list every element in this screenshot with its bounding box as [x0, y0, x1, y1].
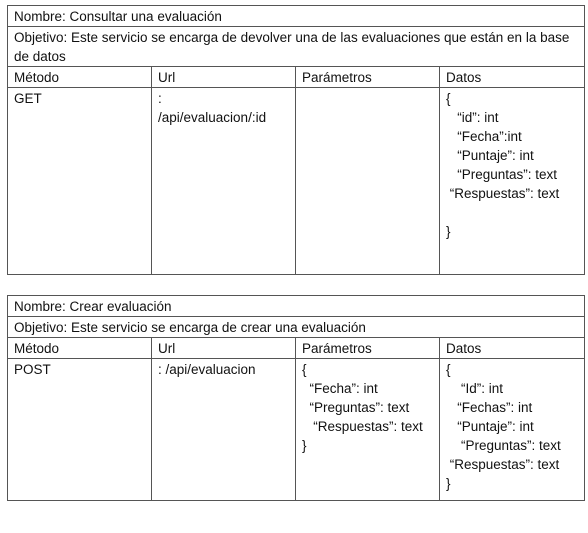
header-metodo: Método — [7, 337, 152, 359]
service-objective: Objetivo: Este servicio se encarga de cr… — [6, 316, 586, 338]
url-value: : /api/evaluacion — [151, 358, 296, 501]
datos-line: “id”: int — [446, 110, 499, 125]
url-line: : /api/evaluacion — [158, 362, 256, 377]
datos-line: “Preguntas”: text — [446, 438, 561, 453]
datos-line: } — [446, 476, 451, 491]
datos-line: “Respuestas”: text — [446, 457, 560, 472]
service-table-crear: Nombre: Crear evaluación Objetivo: Este … — [6, 295, 586, 501]
service-objective: Objetivo: Este servicio se encarga de de… — [7, 26, 585, 67]
datos-value: { “id”: int “Fecha”:int “Puntaje”: int “… — [439, 87, 585, 275]
datos-line: “Preguntas”: text — [446, 167, 558, 182]
url-line: : — [158, 91, 162, 106]
header-url: Url — [151, 66, 296, 88]
datos-line — [446, 203, 584, 222]
service-table-consultar: Nombre: Consultar una evaluación Objetiv… — [7, 5, 585, 275]
datos-line: “Id”: int — [446, 381, 504, 396]
parametros-line: } — [302, 438, 307, 453]
service-name: Nombre: Consultar una evaluación — [7, 5, 585, 27]
datos-line: “Respuestas”: text — [446, 186, 560, 201]
header-datos: Datos — [438, 337, 586, 359]
header-parametros: Parámetros — [295, 337, 440, 359]
metodo-value: GET — [7, 87, 152, 275]
service-name: Nombre: Crear evaluación — [6, 295, 586, 317]
parametros-line: { — [302, 362, 307, 377]
parametros-value — [295, 87, 440, 275]
parametros-line: “Preguntas”: text — [302, 400, 410, 415]
datos-line: { — [446, 91, 451, 106]
metodo-value: POST — [7, 358, 152, 501]
datos-line: “Puntaje”: int — [446, 419, 534, 434]
header-datos: Datos — [439, 66, 585, 88]
parametros-value: { “Fecha”: int “Preguntas”: text “Respue… — [295, 358, 440, 501]
header-metodo: Método — [7, 66, 152, 88]
datos-line: “Fecha”:int — [446, 129, 522, 144]
datos-line: } — [446, 224, 451, 239]
datos-value: { “Id”: int “Fechas”: int “Puntaje”: int… — [438, 358, 586, 501]
url-value: : /api/evaluacion/:id — [151, 87, 296, 275]
header-url: Url — [151, 337, 296, 359]
datos-line: “Puntaje”: int — [446, 148, 534, 163]
header-parametros: Parámetros — [295, 66, 440, 88]
url-line: /api/evaluacion/:id — [158, 110, 267, 125]
datos-line: { — [446, 362, 451, 377]
parametros-line: “Respuestas”: text — [302, 419, 423, 434]
datos-line: “Fechas”: int — [446, 400, 533, 415]
parametros-line: “Fecha”: int — [302, 381, 378, 396]
